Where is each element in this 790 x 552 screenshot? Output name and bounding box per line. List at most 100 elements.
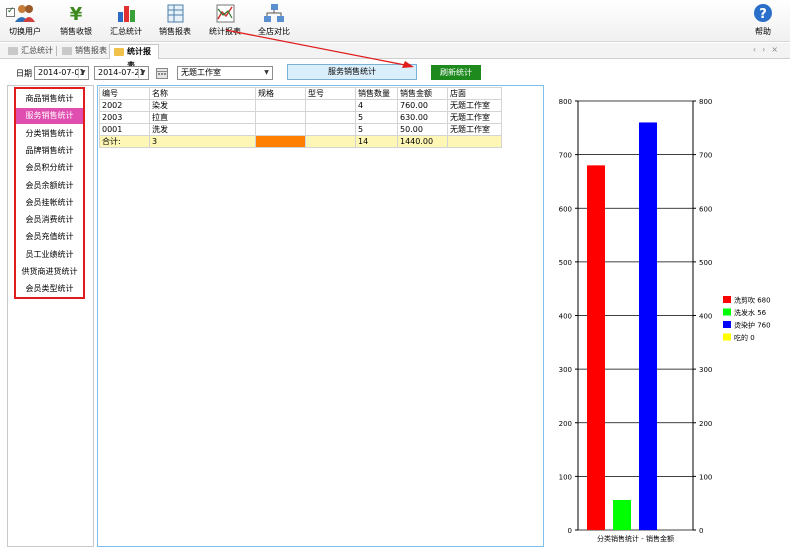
bar-chart-icon (118, 6, 135, 22)
toolbar: 切换用户 ¥ 销售收银 汇总统计 销售报表 统计报表 全店对比 ? 帮助 (0, 0, 790, 42)
all-store-compare-button[interactable]: 全店对比 (256, 3, 292, 41)
date-to-picker[interactable]: 2014-07-21 ▼ (94, 66, 149, 80)
current-report-button[interactable]: 服务销售统计 (287, 64, 417, 80)
grid-cell[interactable]: 无题工作室 (447, 99, 502, 112)
grid-cell[interactable]: 染发 (149, 99, 256, 112)
y-tick-label-right: 300 (699, 366, 712, 374)
y-tick-label-right: 700 (699, 152, 712, 160)
y-tick-label: 400 (559, 313, 572, 321)
table-header-row[interactable]: 编号 名称 规格 型号 销售数量 销售金额 店面 (99, 87, 502, 100)
svg-text:?: ? (759, 7, 767, 22)
sales-report-button[interactable]: 销售报表 (157, 3, 193, 41)
calendar-icon[interactable] (156, 67, 168, 79)
stats-report-button[interactable]: 统计报表 (207, 3, 243, 41)
menu-item[interactable]: 会员类型统计 (16, 281, 83, 297)
grid-cell[interactable]: 630.00 (397, 111, 448, 124)
legend-entry: 烫染护 760 (734, 321, 771, 330)
tab-bar: 汇总统计 销售报表 统计报表 ‹›× (0, 43, 790, 70)
grid-cell[interactable]: 0001 (99, 123, 150, 136)
tab-sales-report[interactable]: 销售报表 (58, 44, 108, 59)
grid-cell[interactable]: 合计: (99, 135, 150, 148)
grid-cell[interactable]: 销售数量 (355, 87, 398, 100)
grid-cell[interactable]: 4 (355, 99, 398, 112)
sales-cashier-label: 销售收银 (60, 27, 92, 36)
menu-item[interactable]: 员工业绩统计 (16, 247, 83, 263)
grid-cell[interactable] (305, 111, 356, 124)
chevron-down-icon[interactable]: ▼ (78, 68, 87, 78)
users-icon (15, 5, 35, 22)
tab-divider (56, 46, 57, 56)
menu-item[interactable]: 供货商进货统计 (16, 264, 83, 280)
grid-cell[interactable]: 无题工作室 (447, 111, 502, 124)
grid-cell[interactable] (305, 99, 356, 112)
grid-cell[interactable] (255, 135, 306, 148)
grid-cell[interactable] (305, 135, 356, 148)
menu-item[interactable]: 商品销售统计 (16, 91, 83, 107)
table-total-row[interactable]: 合计: 3 14 1440.00 (99, 135, 502, 148)
grid-cell[interactable] (255, 111, 306, 124)
grid-cell[interactable]: 3 (149, 135, 256, 148)
menu-item[interactable]: 服务销售统计 (16, 108, 83, 125)
table-row[interactable]: 0001 洗发 5 50.00 无题工作室 (99, 123, 502, 136)
grid-cell[interactable]: 店面 (447, 87, 502, 100)
grid-cell[interactable]: 760.00 (397, 99, 448, 112)
sales-cashier-button[interactable]: ¥ 销售收银 (58, 3, 94, 41)
chevron-down-icon[interactable]: ▼ (262, 68, 271, 78)
grid-cell[interactable] (447, 135, 502, 148)
grid-cell[interactable]: 型号 (305, 87, 356, 100)
y-tick-label: 300 (559, 366, 572, 374)
grid-cell[interactable]: 2003 (99, 111, 150, 124)
report-menu-highlight: 商品销售统计 服务销售统计 分类销售统计 品牌销售统计 会员积分统计 会员余额统计 会员挂帐… (14, 87, 85, 299)
grid-cell[interactable] (305, 123, 356, 136)
grid-cell[interactable]: 洗发 (149, 123, 256, 136)
table-row[interactable]: 2003 拉直 5 630.00 无题工作室 (99, 111, 502, 124)
menu-item[interactable]: 会员充值统计 (16, 229, 83, 245)
y-tick-label-right: 100 (699, 473, 712, 481)
grid-cell[interactable]: 2002 (99, 99, 150, 112)
store-select[interactable]: 无题工作室 ▼ (177, 66, 273, 80)
grid-cell[interactable]: 1440.00 (397, 135, 448, 148)
y-tick-label-right: 500 (699, 259, 712, 267)
summary-stats-button[interactable]: 汇总统计 (108, 3, 144, 41)
date-from-picker[interactable]: 2014-07-01 ▼ (34, 66, 89, 80)
legend-entry: 洗发水 56 (734, 308, 767, 317)
refresh-button[interactable]: 刷新统计 (431, 65, 481, 80)
grid-cell[interactable]: 规格 (255, 87, 306, 100)
menu-item[interactable]: 会员消费统计 (16, 212, 83, 228)
tab-summary[interactable]: 汇总统计 (4, 44, 54, 59)
help-button[interactable]: ? 帮助 (750, 3, 776, 41)
legend-swatch (723, 296, 731, 303)
y-tick-label-right: 600 (699, 205, 712, 213)
legend-entry: 吃的 0 (734, 333, 755, 342)
tab-stats-report[interactable]: 统计报表 (109, 44, 159, 70)
menu-item[interactable]: 品牌销售统计 (16, 143, 83, 159)
menu-item[interactable]: 会员余额统计 (16, 178, 83, 194)
grid-cell[interactable]: 名称 (149, 87, 256, 100)
date-checkbox[interactable] (6, 6, 15, 17)
grid-cell[interactable]: 无题工作室 (447, 123, 502, 136)
menu-item[interactable]: 分类销售统计 (16, 126, 83, 142)
grid-cell[interactable]: 5 (355, 123, 398, 136)
chevron-down-icon[interactable]: ▼ (138, 68, 147, 78)
grid-cell[interactable]: 销售金额 (397, 87, 448, 100)
grid-cell[interactable]: 14 (355, 135, 398, 148)
spreadsheet-icon (167, 4, 184, 23)
table-row[interactable]: 2002 染发 4 760.00 无题工作室 (99, 99, 502, 112)
tab-sales-report-label: 销售报表 (75, 46, 107, 55)
grid-cell[interactable]: 50.00 (397, 123, 448, 136)
bar-chart: 0 0 100 100 200 200 300 300 400 400 500 500 600 600 70… (559, 98, 771, 543)
tab-scroll-arrows[interactable]: ‹›× (753, 45, 784, 54)
menu-item[interactable]: 会员积分统计 (16, 160, 83, 176)
stats-report-label: 统计报表 (209, 27, 241, 36)
legend-entry: 洗剪吹 680 (734, 296, 771, 305)
grid-cell[interactable]: 5 (355, 111, 398, 124)
all-store-compare-label: 全店对比 (258, 27, 290, 36)
menu-item[interactable]: 会员挂帐统计 (16, 195, 83, 211)
grid-cell[interactable] (255, 99, 306, 112)
grid-cell[interactable]: 编号 (99, 87, 150, 100)
grid-cell[interactable]: 拉直 (149, 111, 256, 124)
data-grid-panel: 编号 名称 规格 型号 销售数量 销售金额 店面 2002 染发 4 760.00 无题工作室 2003… (97, 85, 544, 547)
folder-icon (62, 47, 72, 55)
store-select-value: 无题工作室 (181, 68, 221, 77)
grid-cell[interactable] (255, 123, 306, 136)
